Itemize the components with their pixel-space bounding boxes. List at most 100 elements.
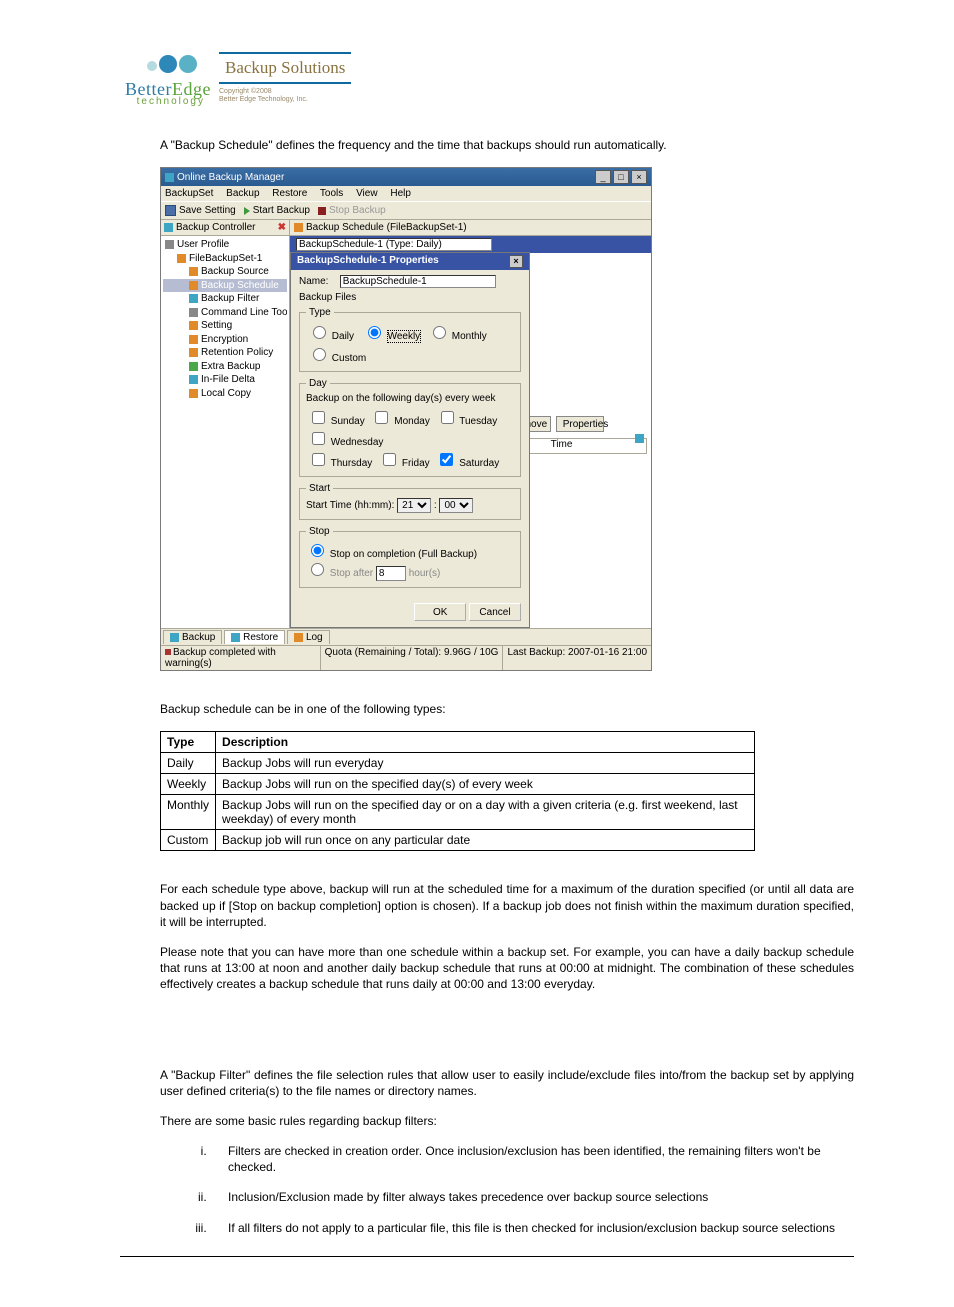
col-type: Type <box>161 732 216 753</box>
menu-backupset[interactable]: BackupSet <box>165 188 213 199</box>
tree-encryption[interactable]: Encryption <box>163 333 287 347</box>
filter-intro: A "Backup Filter" defines the file selec… <box>160 1067 854 1099</box>
close-icon[interactable]: ✖ <box>278 222 286 233</box>
start-group: Start Start Time (hh:mm): 21 : 00 <box>299 483 521 520</box>
name-label: Name: <box>299 276 337 287</box>
tree-backup-source[interactable]: Backup Source <box>163 265 287 279</box>
day-tuesday-check[interactable]: Tuesday <box>437 408 498 427</box>
app-window: Online Backup Manager _ □ × BackupSet Ba… <box>160 167 652 671</box>
refresh-icon[interactable] <box>635 434 644 443</box>
menu-tools[interactable]: Tools <box>320 188 343 199</box>
table-row: CustomBackup job will run once on any pa… <box>161 830 755 851</box>
day-hint: Backup on the following day(s) every wee… <box>306 393 514 404</box>
schedule-entry-input[interactable] <box>296 238 492 251</box>
tab-backup[interactable]: Backup <box>163 630 222 644</box>
window-close-button[interactable]: × <box>631 170 647 184</box>
types-table: Type Description DailyBackup Jobs will r… <box>160 731 755 851</box>
play-icon <box>244 207 250 215</box>
day-wednesday-check[interactable]: Wednesday <box>308 429 383 448</box>
list-item: Inclusion/Exclusion made by filter alway… <box>210 1189 854 1205</box>
tree-backup-set[interactable]: FileBackupSet-1 <box>163 252 287 266</box>
tagline: Backup Solutions <box>219 52 351 84</box>
types-lead: Backup schedule can be in one of the fol… <box>160 701 854 717</box>
save-setting-button[interactable]: Save Setting <box>165 205 236 216</box>
filter-rules-lead: There are some basic rules regarding bac… <box>160 1113 854 1129</box>
dialog-title: BackupSchedule-1 Properties <box>297 255 439 268</box>
start-min-select[interactable]: 00 <box>439 498 473 513</box>
status-left: Backup completed with warning(s) <box>165 647 276 669</box>
menu-view[interactable]: View <box>356 188 378 199</box>
right-pane: Backup Schedule (FileBackupSet-1) Backup… <box>290 220 651 628</box>
start-legend: Start <box>306 483 333 494</box>
left-pane: Backup Controller ✖ User Profile FileBac… <box>161 220 290 628</box>
app-title: Online Backup Manager <box>177 172 284 183</box>
day-sunday-check[interactable]: Sunday <box>308 408 365 427</box>
left-pane-header: Backup Controller <box>176 222 255 233</box>
brand-sub: technology <box>125 96 205 107</box>
type-monthly-radio[interactable]: Monthly <box>428 323 487 342</box>
day-friday-check[interactable]: Friday <box>379 450 430 469</box>
menu-restore[interactable]: Restore <box>272 188 307 199</box>
day-group: Day Backup on the following day(s) every… <box>299 378 521 477</box>
name-input[interactable] <box>340 275 496 288</box>
day-thursday-check[interactable]: Thursday <box>308 450 372 469</box>
titlebar: Online Backup Manager _ □ × <box>161 168 651 186</box>
status-quota: Quota (Remaining / Total): 9.96G / 10G <box>321 646 504 670</box>
nav-tree: User Profile FileBackupSet-1 Backup Sour… <box>161 236 289 402</box>
tree-command-line[interactable]: Command Line Too <box>163 306 287 320</box>
stop-complete-radio[interactable]: Stop on completion (Full Backup) <box>306 549 477 560</box>
stop-after-radio[interactable]: Stop after hour(s) <box>306 568 440 579</box>
statusbar: Backup completed with warning(s) Quota (… <box>161 645 651 670</box>
tree-infile-delta[interactable]: In-File Delta <box>163 373 287 387</box>
dialog-close-button[interactable]: × <box>509 255 523 268</box>
multiple-paragraph: Please note that you can have more than … <box>160 944 854 993</box>
window-maximize-button[interactable]: □ <box>613 170 629 184</box>
tab-restore[interactable]: Restore <box>224 630 285 644</box>
type-legend: Type <box>306 307 334 318</box>
intro-text: A "Backup Schedule" defines the frequenc… <box>160 137 854 153</box>
tree-retention[interactable]: Retention Policy <box>163 346 287 360</box>
day-saturday-check[interactable]: Saturday <box>436 450 499 469</box>
table-row: WeeklyBackup Jobs will run on the specif… <box>161 774 755 795</box>
day-monday-check[interactable]: Monday <box>371 408 429 427</box>
col-desc: Description <box>216 732 755 753</box>
table-row: MonthlyBackup Jobs will run on the speci… <box>161 795 755 830</box>
stop-legend: Stop <box>306 526 333 537</box>
start-hour-select[interactable]: 21 <box>397 498 431 513</box>
window-minimize-button[interactable]: _ <box>595 170 611 184</box>
list-item: Filters are checked in creation order. O… <box>210 1143 854 1175</box>
page-header: BetterEdge technology Backup Solutions C… <box>125 40 894 107</box>
files-label: Backup Files <box>299 292 521 303</box>
tree-backup-filter[interactable]: Backup Filter <box>163 292 287 306</box>
logo-mark: BetterEdge technology <box>125 40 205 107</box>
stop-backup-button: Stop Backup <box>318 205 386 216</box>
tree-setting[interactable]: Setting <box>163 319 287 333</box>
tree-backup-schedule[interactable]: Backup Schedule <box>163 279 287 293</box>
filter-rules-list: Filters are checked in creation order. O… <box>210 1143 854 1236</box>
footer-rule <box>120 1256 854 1257</box>
properties-dialog: BackupSchedule-1 Properties × Name: Back… <box>290 252 530 628</box>
type-daily-radio[interactable]: Daily <box>308 323 356 342</box>
right-pane-header: Backup Schedule (FileBackupSet-1) <box>306 222 467 233</box>
save-icon <box>165 205 176 216</box>
copyright-line1: Copyright ©2008 <box>219 88 351 96</box>
cancel-button[interactable]: Cancel <box>469 603 521 621</box>
type-group: Type Daily Weekly Monthly Custom <box>299 307 521 372</box>
table-row: DailyBackup Jobs will run everyday <box>161 753 755 774</box>
start-time-label: Start Time (hh:mm): <box>306 500 394 511</box>
type-weekly-radio[interactable]: Weekly <box>363 323 421 343</box>
ok-button[interactable]: OK <box>414 603 466 621</box>
stop-after-hours-input[interactable] <box>376 566 406 581</box>
type-custom-radio[interactable]: Custom <box>308 345 366 364</box>
tree-local-copy[interactable]: Local Copy <box>163 387 287 401</box>
menu-help[interactable]: Help <box>390 188 411 199</box>
start-backup-button[interactable]: Start Backup <box>244 205 310 216</box>
tree-user-profile[interactable]: User Profile <box>163 238 287 252</box>
properties-button[interactable]: Properties <box>556 416 604 432</box>
toolbar: Save Setting Start Backup Stop Backup <box>161 201 651 220</box>
tree-extra-backup[interactable]: Extra Backup <box>163 360 287 374</box>
tab-log[interactable]: Log <box>287 630 330 644</box>
bottom-tabs: Backup Restore Log <box>161 628 651 645</box>
menu-backup[interactable]: Backup <box>226 188 259 199</box>
duration-paragraph: For each schedule type above, backup wil… <box>160 881 854 930</box>
